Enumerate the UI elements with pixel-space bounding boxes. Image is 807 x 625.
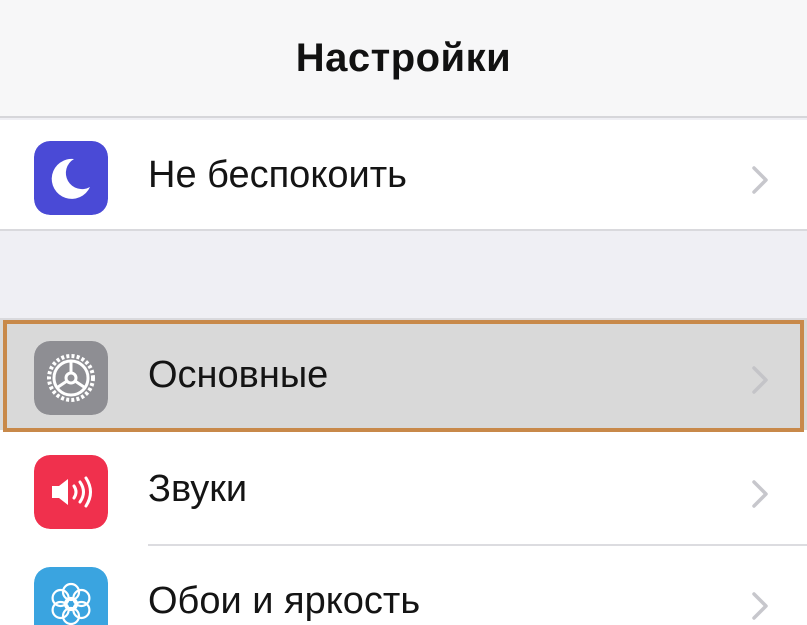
settings-row-sounds[interactable]: Звуки	[0, 434, 807, 544]
moon-icon	[34, 141, 108, 215]
settings-screen: Настройки Не беспокоить Основные Звуки О…	[0, 0, 807, 625]
chevron-right-icon	[752, 166, 768, 194]
chevron-right-icon	[752, 366, 768, 394]
settings-group-1: Не беспокоить	[0, 120, 807, 231]
flower-icon	[34, 567, 108, 625]
settings-row-label: Звуки	[148, 468, 248, 510]
settings-row-label: Обои и яркость	[148, 580, 421, 622]
navigation-bar: Настройки	[0, 0, 807, 118]
settings-row-do-not-disturb[interactable]: Не беспокоить	[0, 120, 807, 230]
chevron-right-icon	[752, 592, 768, 620]
chevron-right-icon	[752, 480, 768, 508]
settings-row-label: Не беспокоить	[148, 154, 407, 196]
page-title: Настройки	[295, 36, 512, 80]
speaker-icon	[34, 455, 108, 529]
settings-group-2: Основные Звуки Обои и яркость	[0, 318, 807, 625]
settings-row-general[interactable]: Основные	[0, 320, 807, 430]
gear-icon	[34, 341, 108, 415]
settings-row-label: Основные	[148, 354, 329, 396]
settings-row-wallpaper-brightness[interactable]: Обои и яркость	[0, 546, 807, 625]
